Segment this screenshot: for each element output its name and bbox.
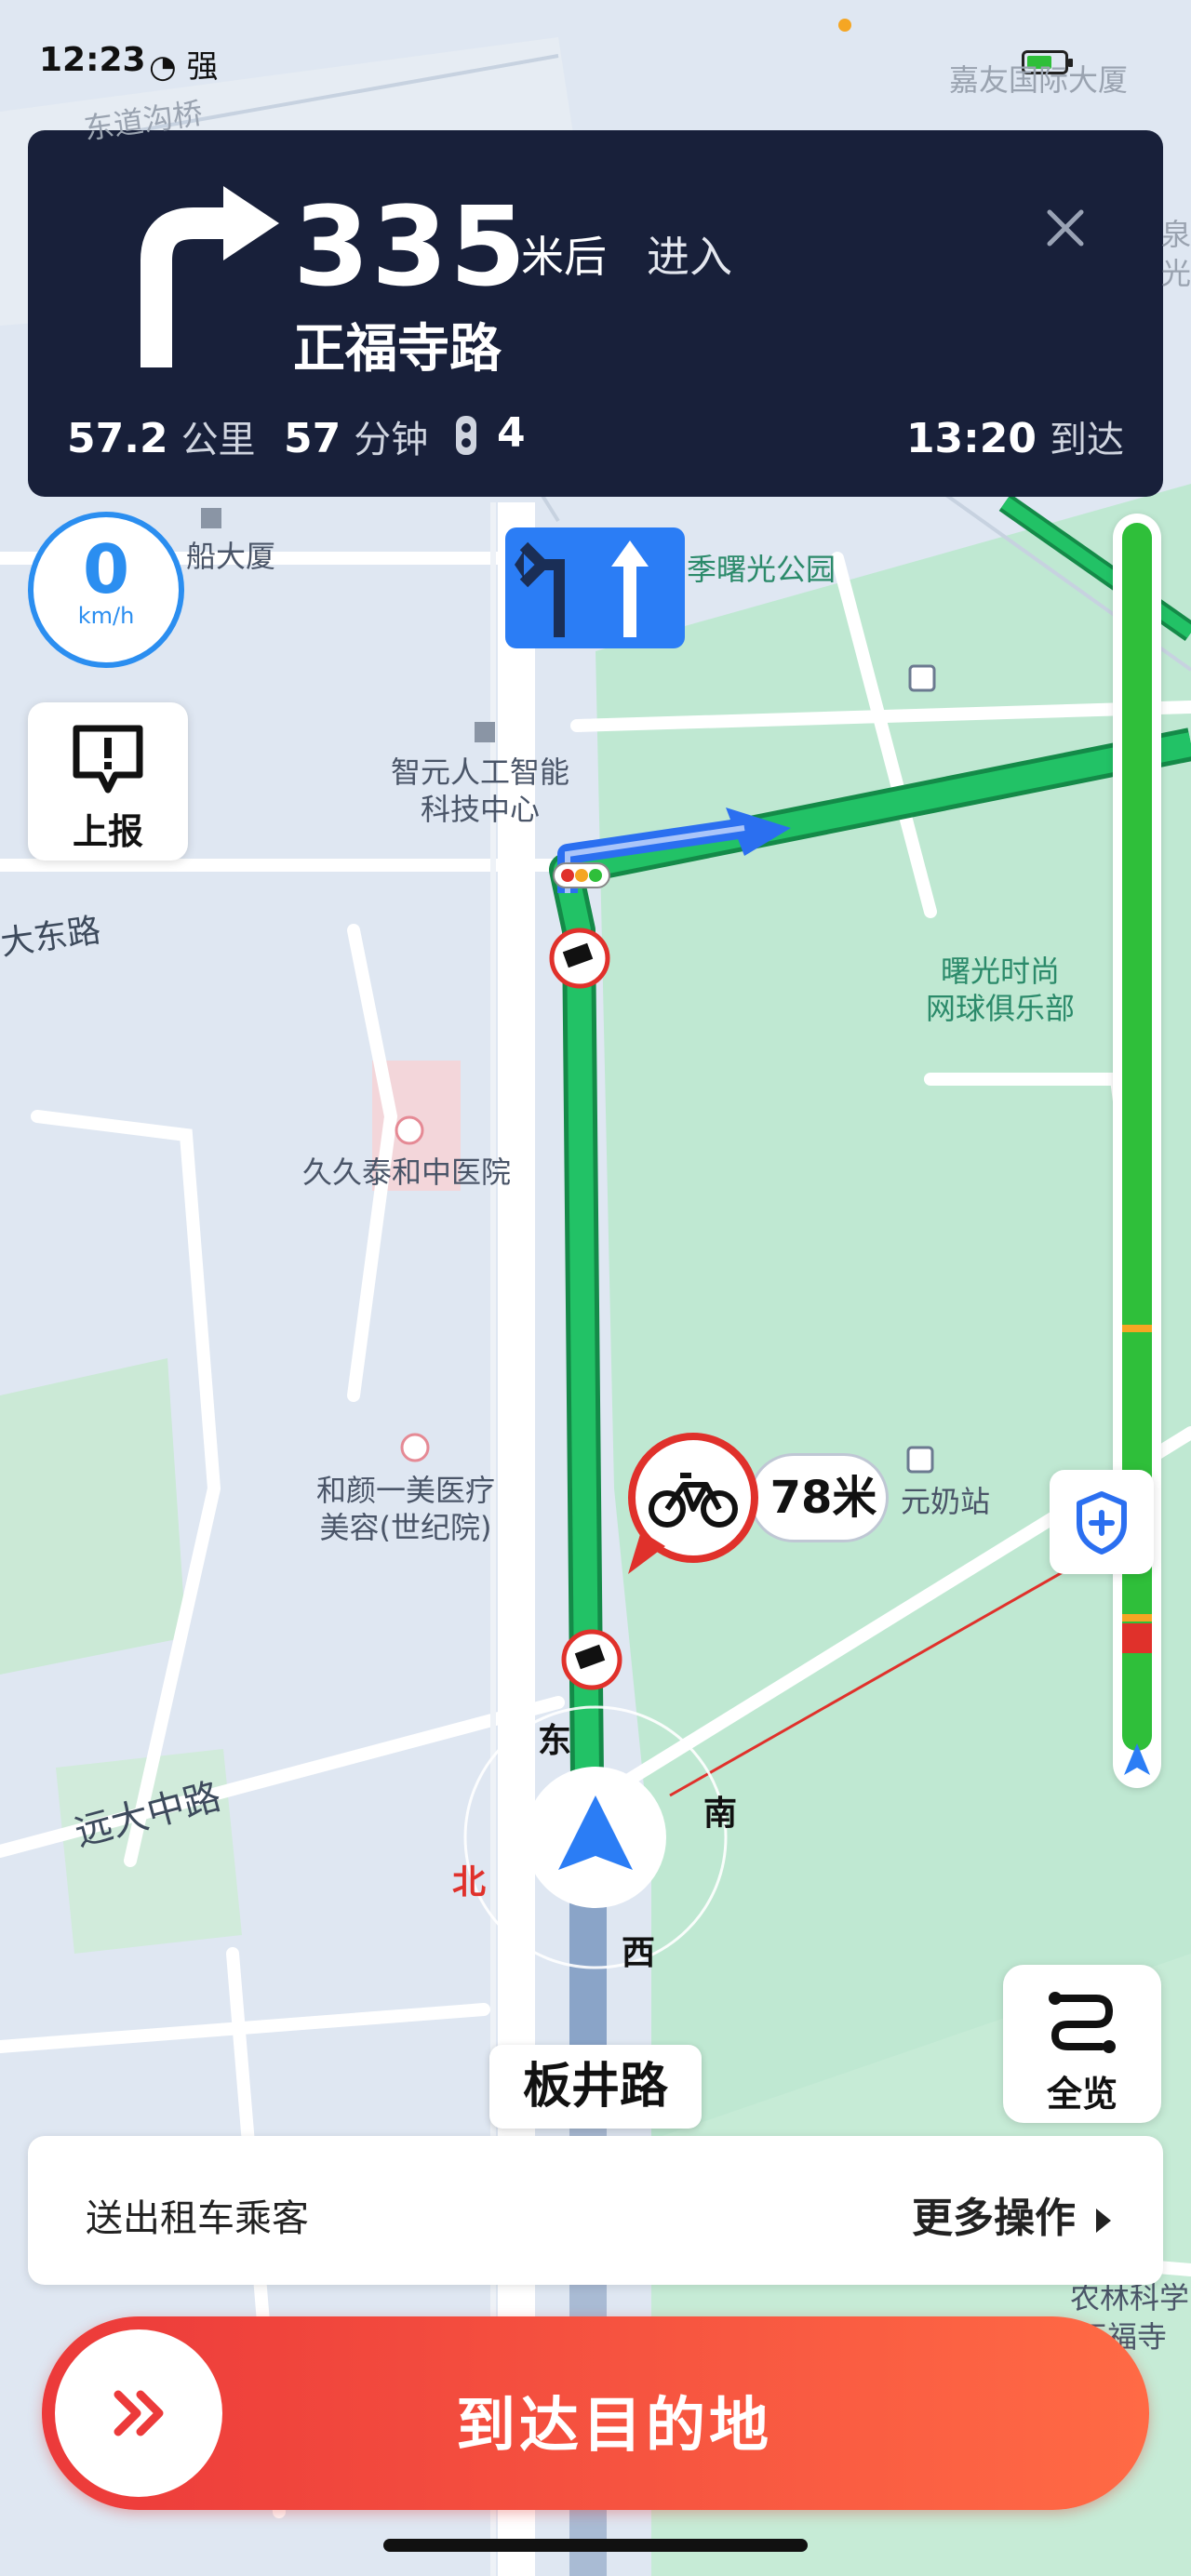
trip-status-label: 送出租车乘客 [86, 2197, 309, 2240]
more-actions-label: 更多操作 [912, 2195, 1076, 2242]
report-icon [73, 725, 143, 794]
route-overview-icon [1049, 1992, 1116, 2053]
poi-label[interactable]: 智元人工智能 科技中心 [391, 754, 569, 828]
traffic-light-icon [456, 416, 476, 455]
overview-label: 全览 [1046, 2074, 1117, 2115]
poi-label-line: 网球俱乐部 [926, 991, 1076, 1026]
bike-lane-distance: 78米 [749, 1453, 889, 1542]
camera-icon [561, 1629, 622, 1690]
turn-distance-unit: 米后 [521, 232, 607, 282]
current-position-icon [1124, 1743, 1150, 1775]
poi-label-line: 智元人工智能 [391, 754, 570, 790]
compass-west: 西 [622, 1934, 656, 1972]
poi-label[interactable]: 元奶站 [901, 1483, 990, 1520]
current-road-name: 板井路 [489, 2045, 702, 2129]
arrive-destination-button[interactable]: 到达目的地 [42, 2316, 1149, 2510]
poi-label: 光 [1161, 256, 1191, 291]
poi-label[interactable]: 曙光时尚 网球俱乐部 [926, 953, 1075, 1027]
navigation-instruction-card: 335 米后 进入 正福寺路 57.2 公里 57 分钟 4 13:20 到达 [28, 130, 1163, 497]
close-icon[interactable] [1033, 195, 1098, 260]
poi-label[interactable]: 船大厦 [186, 538, 275, 575]
traffic-light-count: 4 [456, 409, 526, 457]
signal-strength: ◔ 强 [149, 41, 218, 87]
turn-distance: 335 [293, 182, 529, 311]
poi-label-line: 美容(世纪院) [319, 1510, 492, 1545]
poi-label-line: 曙光时尚 [941, 954, 1061, 989]
turn-action: 进入 [647, 232, 732, 282]
poi-label[interactable]: 和颜一美医疗 美容(世纪院) [316, 1472, 495, 1546]
remaining-distance: 57.2 公里 [67, 415, 256, 462]
camera-icon [549, 928, 610, 989]
more-actions-button[interactable]: 更多操作 [912, 2184, 1111, 2244]
poi-label[interactable]: 久久泰和中医院 [302, 1154, 511, 1191]
signal-icon: ◔ [149, 48, 177, 86]
speed-value: 0 [82, 530, 130, 608]
poi-label: 泉 [1161, 217, 1191, 252]
shield-icon [1077, 1491, 1127, 1555]
next-road-name: 正福寺路 [293, 319, 502, 380]
home-indicator[interactable] [383, 2539, 808, 2552]
turn-right-icon [141, 186, 279, 367]
bicycle-icon [628, 1433, 758, 1574]
signal-text: 强 [186, 48, 219, 86]
compass-east: 东 [538, 1722, 572, 1760]
poi-label-line: 和颜一美医疗 [316, 1473, 496, 1508]
privacy-indicator [838, 19, 851, 32]
lane-guidance [505, 527, 685, 648]
arrival-time: 13:20 到达 [905, 415, 1124, 462]
lane-arrows-icon [515, 541, 649, 637]
compass-north: 北 [452, 1863, 487, 1902]
poi-label: 嘉友国际大厦 [949, 62, 1129, 98]
compass-south: 南 [703, 1795, 738, 1833]
park-label[interactable]: 季曙光公园 [687, 551, 836, 588]
report-button[interactable]: 上报 [28, 702, 188, 861]
poi-label: 农林科学 [1070, 2280, 1190, 2316]
route-traffic-bar [1113, 514, 1161, 1788]
arrive-label: 到达目的地 [456, 2392, 772, 2461]
speed-unit: km/h [77, 603, 135, 629]
poi-label-line: 科技中心 [421, 792, 541, 827]
chevron-right-icon [1096, 2209, 1111, 2233]
overview-button[interactable]: 全览 [1003, 1965, 1161, 2123]
remaining-time: 57 分钟 [284, 415, 429, 462]
order-action-bar: 送出租车乘客 更多操作 [28, 2136, 1163, 2285]
report-label: 上报 [72, 811, 143, 852]
safety-shield-button[interactable] [1050, 1470, 1154, 1574]
status-time: 12:23 [39, 41, 146, 79]
speedometer: 0 km/h [28, 512, 184, 668]
